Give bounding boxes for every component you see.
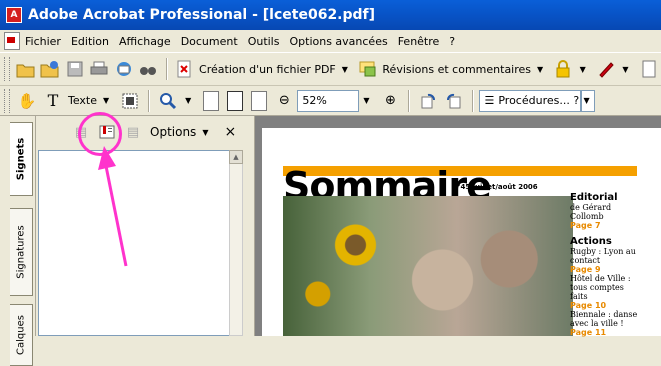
snapshot-tool-icon[interactable] <box>119 90 141 112</box>
procedures-list-icon: ☰ <box>484 94 495 107</box>
zoom-in-icon[interactable]: ⊕ <box>379 90 401 112</box>
window-title: Adobe Acrobat Professional - [lcete062.p… <box>28 7 376 23</box>
issue-date: n°45 juillet/août 2006 <box>452 183 538 191</box>
toolbar-separator <box>472 89 475 112</box>
zoom-tool-dropdown-icon[interactable]: ▼ <box>185 96 191 105</box>
open-folder-icon[interactable] <box>16 58 36 80</box>
contents-column: Editorial de Gérard Collomb Page 7 Actio… <box>570 190 640 337</box>
file-toolbar: Création d'un fichier PDF ▼ Révisions et… <box>0 52 661 86</box>
menu-options-avancees[interactable]: Options avancées <box>284 35 392 48</box>
document-menu-icon[interactable] <box>4 32 20 50</box>
email-icon[interactable] <box>114 58 134 80</box>
item-text: Biennale : danse avec la ville ! <box>570 310 638 328</box>
zoom-out-icon[interactable]: ⊖ <box>273 90 295 112</box>
zoom-in-tool-icon[interactable] <box>157 90 179 112</box>
item-text: Hôtel de Ville : tous comptes faits <box>570 274 631 301</box>
procedures-button[interactable]: ☰ Procédures... ? <box>479 89 582 112</box>
review-dropdown-icon[interactable]: ▼ <box>537 65 543 74</box>
search-binoculars-icon[interactable] <box>138 58 158 80</box>
rotate-view-icon[interactable] <box>417 90 439 112</box>
tab-calques[interactable]: Calques <box>10 304 33 366</box>
select-tool-dropdown-icon[interactable]: ▼ <box>103 96 109 105</box>
create-pdf-button[interactable]: Création d'un fichier PDF <box>199 63 336 76</box>
menu-outils[interactable]: Outils <box>243 35 285 48</box>
print-icon[interactable] <box>89 58 109 80</box>
menu-affichage[interactable]: Affichage <box>114 35 176 48</box>
section-page: Page 7 <box>570 221 601 230</box>
menu-fenetre[interactable]: Fenêtre <box>393 35 445 48</box>
tab-signets[interactable]: Signets <box>10 122 33 196</box>
toolbar-grip[interactable] <box>4 57 10 81</box>
procedures-dropdown-button[interactable]: ▼ <box>581 89 596 112</box>
rotate-page-icon[interactable] <box>443 90 465 112</box>
title-bar: A Adobe Acrobat Professional - [lcete062… <box>0 0 661 30</box>
fit-width-icon[interactable] <box>251 90 268 111</box>
sign-pen-icon[interactable] <box>596 58 616 80</box>
zoom-level-field[interactable]: 52% <box>297 89 360 112</box>
actual-size-icon[interactable] <box>203 90 220 111</box>
menu-document[interactable]: Document <box>176 35 243 48</box>
toolbar-separator <box>148 89 151 112</box>
section-title: Editorial <box>570 192 618 203</box>
toolbar-separator <box>165 58 168 80</box>
tab-signets-label: Signets <box>15 137 27 181</box>
fit-page-icon[interactable] <box>227 90 244 111</box>
menu-help[interactable]: ? <box>444 35 460 48</box>
section-title: Actions <box>570 236 612 247</box>
sunflower-photo <box>283 196 573 336</box>
tab-signatures-label: Signatures <box>15 225 27 279</box>
create-pdf-icon[interactable] <box>175 58 195 80</box>
tab-signatures[interactable]: Signatures <box>10 208 33 296</box>
secure-lock-icon[interactable] <box>553 58 573 80</box>
select-text-tool-button[interactable]: Texte <box>68 94 97 107</box>
item-page: Page 10 <box>570 301 607 310</box>
menu-fichier[interactable]: Fichier <box>20 35 66 48</box>
save-icon[interactable] <box>65 58 85 80</box>
acrobat-app-icon[interactable]: A <box>6 7 22 23</box>
procedures-label: Procédures... ? <box>498 94 580 107</box>
review-comments-button[interactable]: Révisions et commentaires <box>382 63 531 76</box>
section-text: Rugby : Lyon au contact <box>570 247 636 265</box>
scroll-up-arrow-icon[interactable]: ▲ <box>229 150 243 164</box>
menu-edition[interactable]: Edition <box>66 35 114 48</box>
tab-calques-label: Calques <box>15 315 27 355</box>
menu-bar: Fichier Edition Affichage Document Outil… <box>0 30 661 52</box>
panel-splitter[interactable] <box>243 116 255 336</box>
sign-dropdown-icon[interactable]: ▼ <box>622 65 628 74</box>
select-text-icon[interactable]: T <box>42 90 64 112</box>
options-dropdown-icon[interactable]: ▼ <box>202 128 208 137</box>
hand-tool-icon[interactable]: ✋ <box>16 90 38 112</box>
zoom-level-dropdown-icon[interactable]: ▼ <box>363 96 369 105</box>
create-pdf-dropdown-icon[interactable]: ▼ <box>342 65 348 74</box>
review-comment-icon[interactable] <box>358 58 378 80</box>
options-menu-button[interactable]: Options <box>150 125 196 139</box>
section-page: Page 9 <box>570 265 601 274</box>
pointer-arrow-annotation <box>98 146 128 267</box>
bookmarks-scrollbar[interactable] <box>229 150 243 336</box>
toolbar-separator <box>408 89 411 112</box>
toolbar-grip[interactable] <box>4 88 10 113</box>
organizer-icon[interactable] <box>40 58 60 80</box>
secure-dropdown-icon[interactable]: ▼ <box>580 65 586 74</box>
section-text: de Gérard Collomb <box>570 203 612 221</box>
zoom-level-value: 52% <box>302 94 327 107</box>
close-panel-icon[interactable]: × <box>224 124 236 140</box>
navigation-tabs: Signets Signatures Calques <box>0 116 36 366</box>
advanced-editing-icon[interactable] <box>638 58 658 80</box>
